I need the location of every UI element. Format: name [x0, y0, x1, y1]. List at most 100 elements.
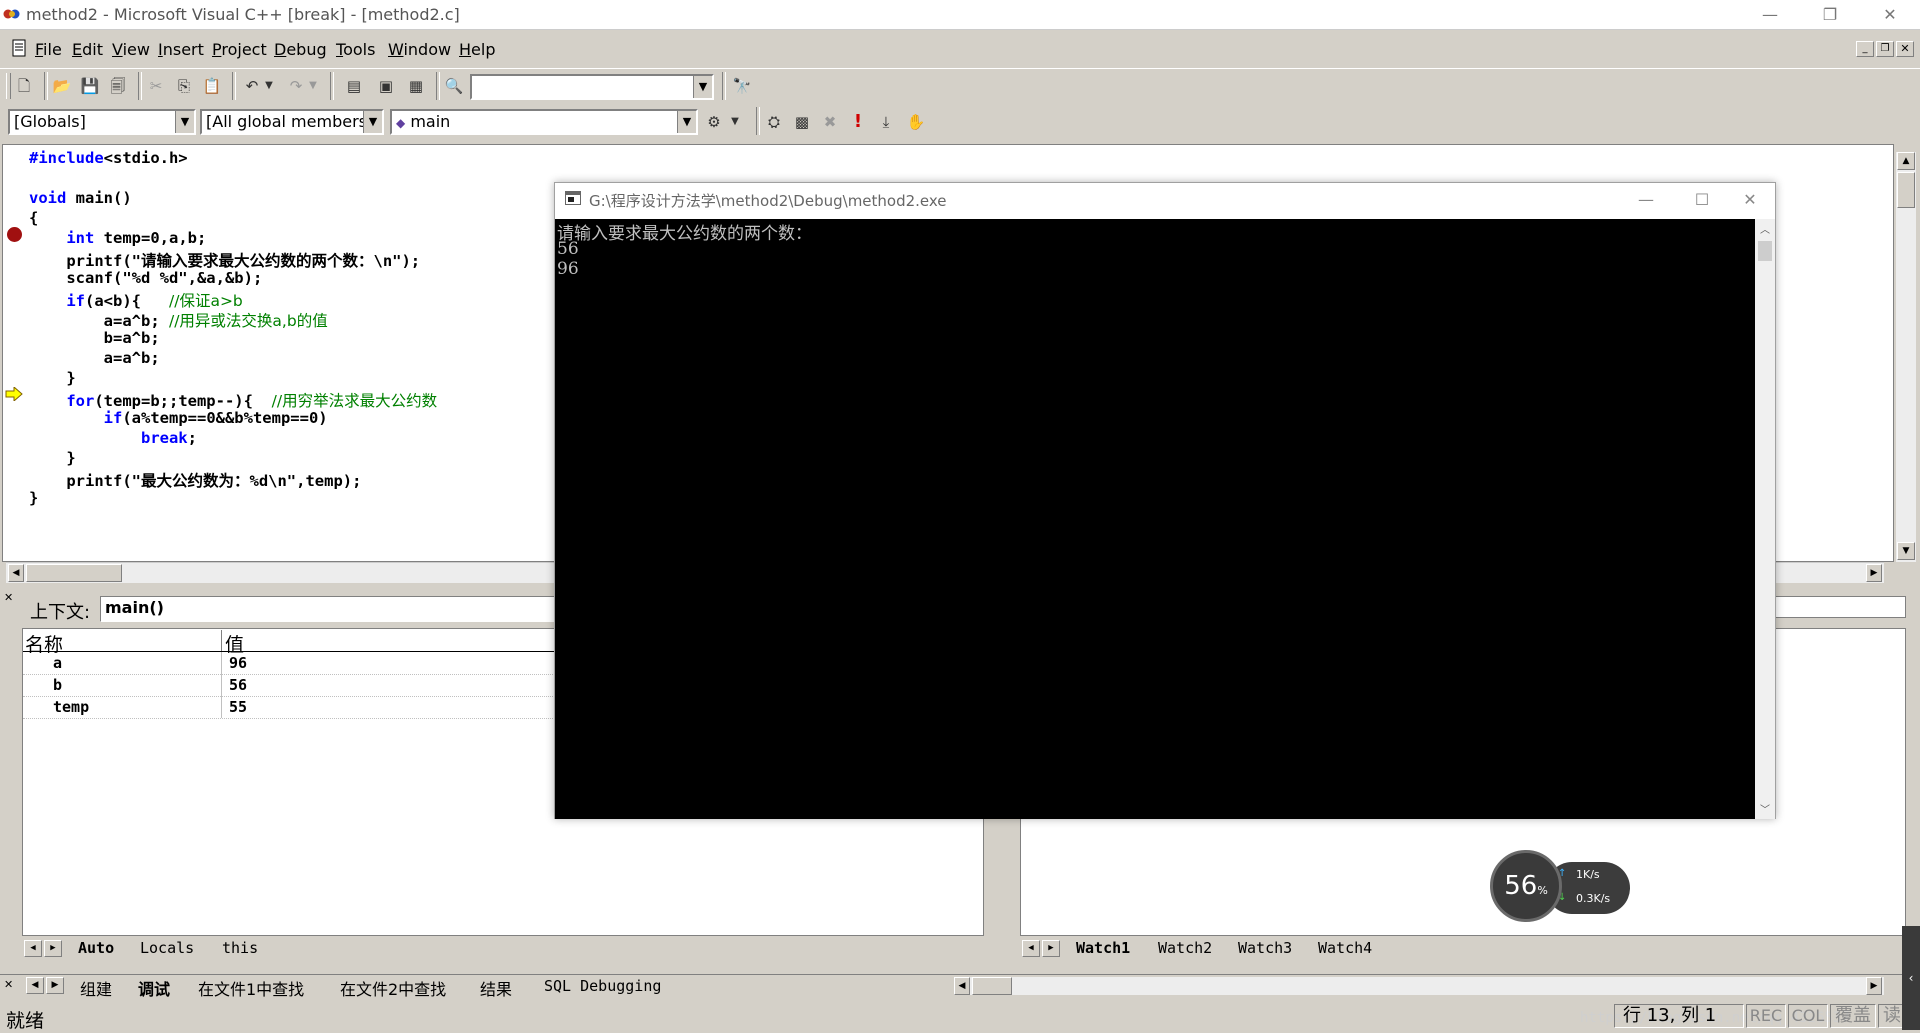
cut-icon[interactable]: ✂	[144, 74, 168, 98]
minimize-button[interactable]: —	[1740, 0, 1800, 29]
paste-icon[interactable]: 📋	[200, 74, 224, 98]
go-icon[interactable]: ⤓	[874, 110, 898, 134]
tab-auto[interactable]: Auto	[78, 939, 114, 957]
window-list-icon[interactable]: ▦	[404, 74, 428, 98]
filter-combo[interactable]: [All global members ▼	[200, 109, 384, 135]
menu-insert[interactable]: Insert	[158, 40, 204, 59]
output-hscrollbar[interactable]: ◀ ▶	[954, 977, 1884, 995]
variable-value[interactable]: 56	[229, 676, 247, 694]
tab-this[interactable]: this	[222, 939, 258, 957]
menu-project[interactable]: Project	[212, 40, 267, 59]
side-panel-toggle[interactable]: ‹	[1902, 926, 1920, 1030]
code-line[interactable]: break;	[29, 429, 197, 447]
menu-edit[interactable]: Edit	[72, 40, 103, 59]
code-line[interactable]: {	[29, 209, 38, 227]
member-combo[interactable]: ◆ main ▼	[390, 109, 698, 135]
stop-build-icon[interactable]: ✖	[818, 110, 842, 134]
scroll-down-icon[interactable]: ▼	[1897, 542, 1915, 560]
scroll-down-icon[interactable]: ﹀	[1755, 801, 1775, 817]
title-bar[interactable]: method2 - Microsoft Visual C++ [break] -…	[0, 0, 1920, 30]
vscroll-thumb[interactable]	[1897, 172, 1915, 208]
class-combo[interactable]: [Globals] ▼	[8, 109, 196, 135]
workspace-icon[interactable]: ▤	[342, 74, 366, 98]
code-line[interactable]: printf("最大公约数为：%d\n",temp);	[29, 469, 361, 491]
tab-results[interactable]: 结果	[480, 976, 512, 1000]
chevron-down-icon[interactable]: ▼	[677, 111, 696, 133]
code-line[interactable]: b=a^b;	[29, 329, 160, 347]
code-line[interactable]: if(a<b){ //保证a>b	[29, 289, 242, 311]
execute-icon[interactable]: !	[846, 110, 870, 134]
undo-icon[interactable]: ↶	[240, 74, 264, 98]
code-line[interactable]: a=a^b; //用异或法交换a,b的值	[29, 309, 328, 331]
tab-build[interactable]: 组建	[80, 976, 112, 1000]
tab-watch1[interactable]: Watch1	[1076, 939, 1130, 957]
code-line[interactable]: int temp=0,a,b;	[29, 229, 206, 247]
tab-scroll-left-icon[interactable]: ◀	[1022, 940, 1040, 957]
toolbar-grip[interactable]	[6, 73, 11, 99]
hscroll-thumb[interactable]	[972, 977, 1012, 995]
editor-vscrollbar[interactable]: ▲ ▼	[1896, 152, 1916, 562]
tab-watch4[interactable]: Watch4	[1318, 939, 1372, 957]
undo-dropdown-icon[interactable]: ▼	[262, 74, 276, 98]
restore-button[interactable]: ❐	[1800, 0, 1860, 29]
menu-tools[interactable]: Tools	[336, 40, 375, 59]
menu-file[interactable]: File	[35, 40, 62, 59]
tab-sql-debugging[interactable]: SQL Debugging	[544, 977, 661, 995]
redo-icon[interactable]: ↷	[284, 74, 308, 98]
mdi-restore-button[interactable]: ❐	[1876, 41, 1894, 57]
console-maximize-button[interactable]: ☐	[1677, 185, 1727, 215]
menu-help[interactable]: Help	[459, 40, 495, 59]
mdi-minimize-button[interactable]: _	[1856, 41, 1874, 57]
save-all-icon[interactable]: 🗐	[106, 74, 130, 98]
code-line[interactable]: void main()	[29, 189, 132, 207]
col-name-header[interactable]: 名称	[25, 630, 222, 656]
wizard-action-dropdown-icon[interactable]: ▼	[728, 110, 742, 134]
tab-scroll-left-icon[interactable]: ◀	[26, 977, 44, 994]
copy-icon[interactable]: ⎘	[172, 74, 196, 98]
breakpoint-icon[interactable]	[7, 227, 22, 242]
code-line[interactable]: printf("请输入要求最大公约数的两个数：\n");	[29, 249, 420, 271]
tab-watch3[interactable]: Watch3	[1238, 939, 1292, 957]
tab-locals[interactable]: Locals	[140, 939, 194, 957]
close-button[interactable]: ✕	[1860, 0, 1920, 29]
compile-icon[interactable]: ⛭	[762, 110, 786, 134]
breakpoint-hand-icon[interactable]: ✋	[904, 110, 928, 134]
chevron-down-icon[interactable]: ▼	[175, 111, 194, 133]
scroll-up-icon[interactable]: ▲	[1897, 152, 1915, 170]
code-line[interactable]: a=a^b;	[29, 349, 160, 367]
output-window-icon[interactable]: ▣	[374, 74, 398, 98]
panel-close-icon[interactable]: ✕	[4, 592, 13, 604]
variable-value[interactable]: 96	[229, 654, 247, 672]
code-line[interactable]: #include<stdio.h>	[29, 149, 188, 167]
tab-scroll-right-icon[interactable]: ▶	[46, 977, 64, 994]
variable-value[interactable]: 55	[229, 698, 247, 716]
find-in-files-icon[interactable]: 🔍	[442, 74, 466, 98]
scroll-right-icon[interactable]: ▶	[1866, 564, 1882, 582]
tab-find-in-files-2[interactable]: 在文件2中查找	[340, 976, 446, 1000]
new-file-icon[interactable]: 🗋	[12, 74, 36, 98]
panel-close-icon[interactable]: ✕	[4, 978, 13, 991]
tab-scroll-right-icon[interactable]: ▶	[1042, 940, 1060, 957]
menu-view[interactable]: View	[112, 40, 150, 59]
chevron-down-icon[interactable]: ▼	[363, 111, 382, 133]
code-line[interactable]: for(temp=b;;temp--){ //用穷举法求最大公约数	[29, 389, 437, 411]
tab-watch2[interactable]: Watch2	[1158, 939, 1212, 957]
network-monitor-widget[interactable]: ↑ 1K/s ↓ 0.3K/s 56%	[1490, 850, 1640, 926]
save-icon[interactable]: 💾	[78, 74, 102, 98]
scroll-up-icon[interactable]: ︿	[1755, 221, 1775, 237]
build-icon[interactable]: ▩	[790, 110, 814, 134]
code-line[interactable]: if(a%temp==0&&b%temp==0)	[29, 409, 328, 427]
hscroll-thumb[interactable]	[26, 564, 122, 582]
code-line[interactable]: }	[29, 449, 75, 467]
console-close-button[interactable]: ✕	[1725, 185, 1775, 215]
tab-scroll-right-icon[interactable]: ▶	[44, 940, 62, 957]
chevron-down-icon[interactable]: ▼	[693, 76, 712, 98]
scroll-left-icon[interactable]: ◀	[954, 977, 970, 995]
wizard-action-icon[interactable]: ⚙	[702, 110, 726, 134]
tab-debug[interactable]: 调试	[138, 976, 170, 1000]
redo-dropdown-icon[interactable]: ▼	[306, 74, 320, 98]
find-icon[interactable]: 🔭	[730, 74, 754, 98]
console-vscrollbar[interactable]: ︿ ﹀	[1755, 219, 1775, 819]
scroll-right-icon[interactable]: ▶	[1866, 977, 1882, 995]
code-line[interactable]: }	[29, 369, 75, 387]
